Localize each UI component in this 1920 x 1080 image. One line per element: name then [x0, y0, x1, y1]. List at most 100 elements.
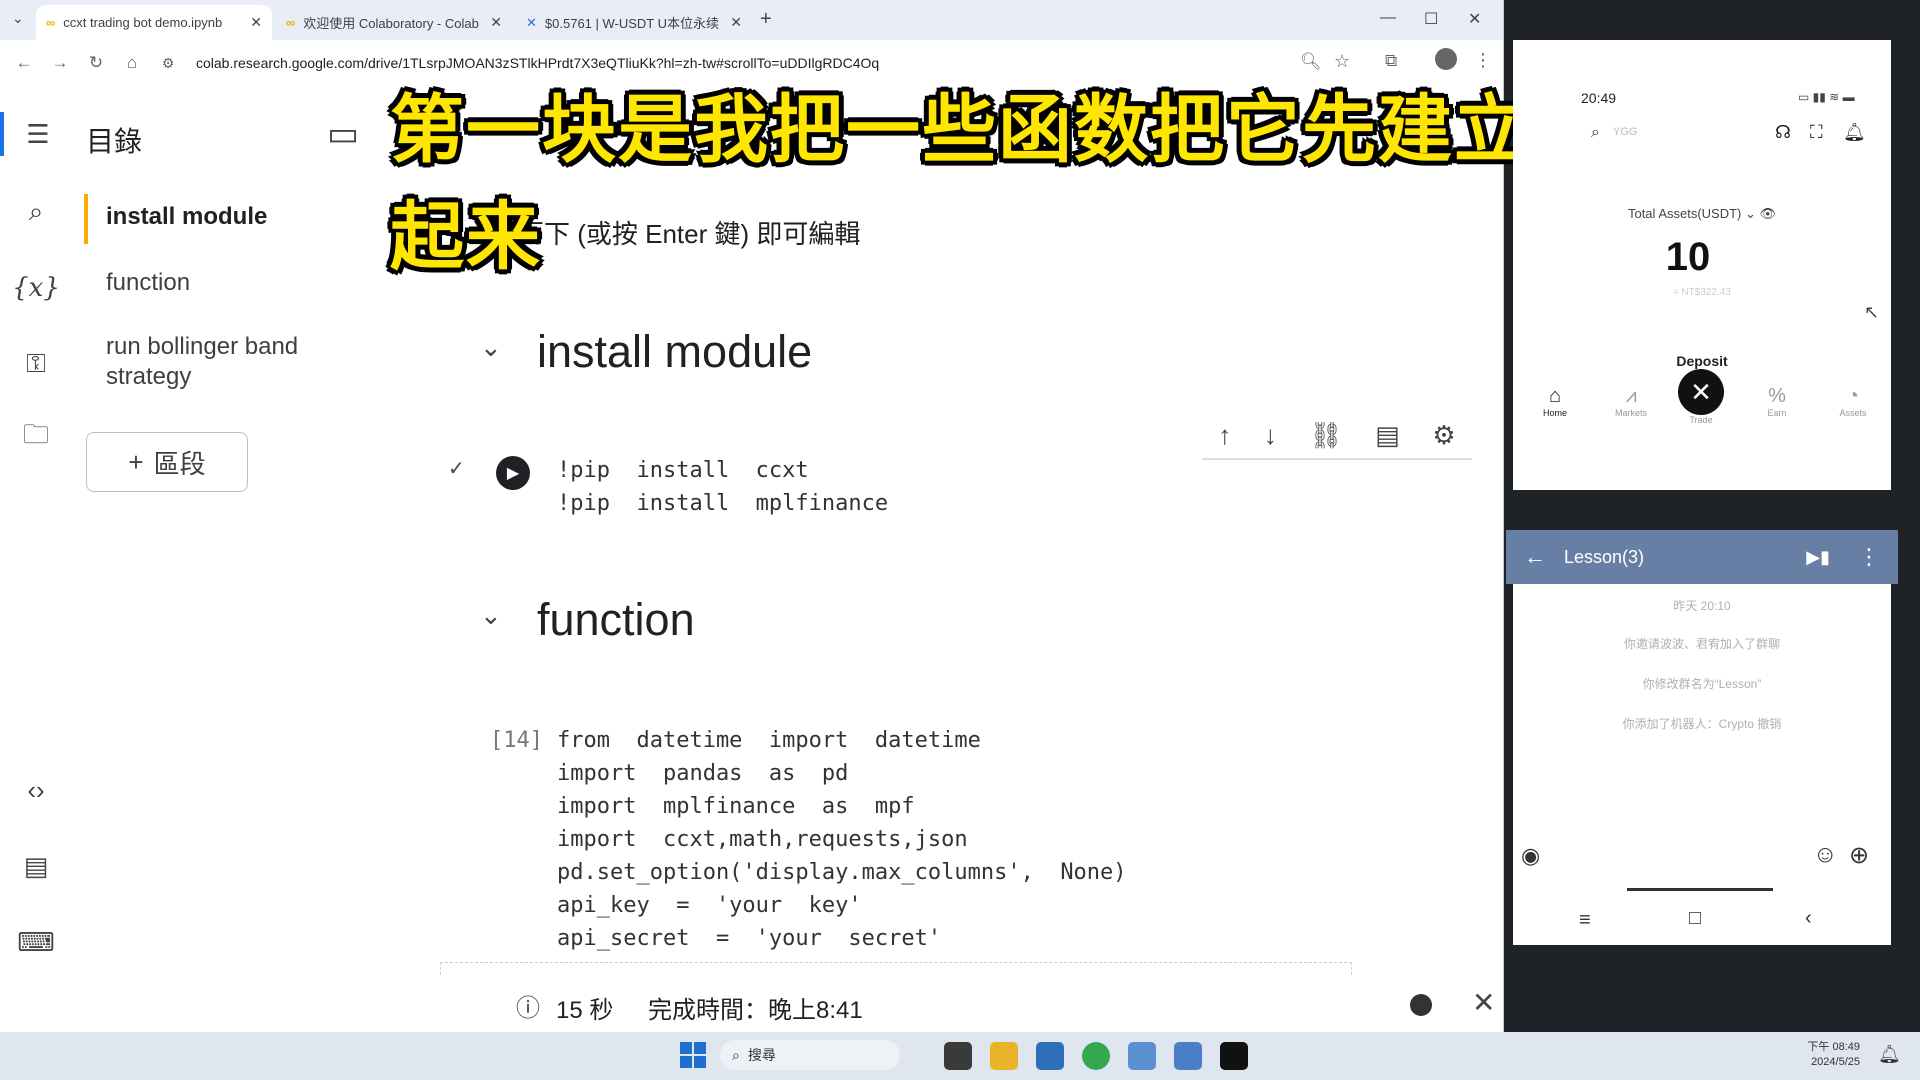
- runtime-status-dot-icon[interactable]: [1410, 994, 1432, 1016]
- chat-system-message: 你邀请波波、君宥加入了群聊: [1623, 637, 1780, 651]
- mail-icon[interactable]: [1036, 1042, 1064, 1070]
- code-snippets-icon[interactable]: ‹›: [14, 768, 58, 812]
- nav-label: Trade: [1689, 415, 1713, 425]
- site-settings-icon[interactable]: ⚙: [150, 55, 186, 72]
- code-line[interactable]: api_secret = 'your secret': [557, 926, 941, 951]
- emoji-icon[interactable]: ☺: [1813, 841, 1838, 869]
- toc-item-install-module[interactable]: install module: [106, 202, 267, 232]
- close-status-icon[interactable]: ✕: [1472, 986, 1495, 1019]
- back-icon[interactable]: ←: [6, 53, 42, 73]
- open-in-tab-icon[interactable]: ▭: [327, 114, 359, 154]
- search-icon[interactable]: ⌕: [1591, 124, 1600, 142]
- new-tab-button[interactable]: +: [760, 8, 772, 31]
- tab-exchange[interactable]: ✕ $0.5761 | W-USDT U本位永续 ✕: [516, 5, 752, 40]
- back-arrow-icon[interactable]: ←: [1524, 544, 1546, 570]
- add-section-label: 區段: [153, 448, 206, 479]
- taskbar-search-box[interactable]: ⌕ 搜尋: [720, 1040, 900, 1070]
- close-tab-icon[interactable]: ✕: [730, 14, 742, 31]
- nav-label: Assets: [1839, 408, 1867, 418]
- home-icon[interactable]: ⌂: [114, 53, 150, 73]
- add-section-button[interactable]: + 區段: [86, 432, 248, 492]
- tab-colab-welcome[interactable]: ∞ 欢迎使用 Colaboratory - Colab ✕: [276, 5, 512, 40]
- trade-x-icon: ✕: [1678, 369, 1724, 415]
- terminal-icon[interactable]: ⌨: [14, 920, 58, 964]
- phone-status-icons: ▭ ▮▮ ≋ ▬: [1798, 90, 1855, 104]
- search-icon[interactable]: ⌕: [14, 190, 58, 234]
- close-tab-icon[interactable]: ✕: [490, 14, 502, 31]
- scan-icon[interactable]: ⛶: [1810, 122, 1823, 143]
- total-assets-value: 10: [1665, 235, 1711, 279]
- deposit-label[interactable]: Deposit: [1513, 353, 1891, 369]
- support-icon[interactable]: ☊: [1775, 122, 1791, 143]
- taskbar-clock[interactable]: 下午 08:49 2024/5/25: [1780, 1040, 1860, 1070]
- start-windows-icon[interactable]: [680, 1042, 706, 1068]
- voice-input-icon[interactable]: ◉: [1521, 843, 1540, 869]
- toc-icon[interactable]: ☰: [0, 112, 72, 156]
- android-menu-icon[interactable]: ≡: [1579, 909, 1591, 932]
- chat-input-underline: [1627, 888, 1773, 891]
- move-cell-up-icon[interactable]: ↑: [1218, 420, 1231, 451]
- settings-gear-icon[interactable]: ⚙: [1432, 420, 1455, 451]
- home-icon: ⌂: [1548, 385, 1562, 407]
- browser-menu-icon[interactable]: ⋮: [1474, 50, 1492, 71]
- code-line[interactable]: from datetime import datetime: [557, 728, 981, 753]
- toc-item-function[interactable]: function: [106, 268, 190, 298]
- nav-earn[interactable]: % Earn: [1747, 385, 1807, 418]
- minimize-window-icon[interactable]: —: [1380, 9, 1396, 27]
- file-explorer-icon[interactable]: [990, 1042, 1018, 1070]
- maximize-window-icon[interactable]: ☐: [1424, 9, 1438, 29]
- colab-left-rail: ☰ ⌕ {x} ⚿ 🗀 ‹› ▤ ⌨: [0, 86, 73, 1032]
- close-tab-icon[interactable]: ✕: [250, 14, 262, 31]
- reload-icon[interactable]: ↻: [78, 53, 114, 73]
- zoom-icon[interactable]: 🔍︎: [1300, 52, 1322, 72]
- close-window-icon[interactable]: ✕: [1468, 9, 1481, 29]
- move-cell-down-icon[interactable]: ↓: [1264, 420, 1277, 451]
- url-field[interactable]: colab.research.google.com/drive/1TLsrpJM…: [196, 55, 879, 71]
- variables-icon[interactable]: {x}: [12, 266, 60, 310]
- folder-icon[interactable]: 🗀: [14, 416, 58, 460]
- collapse-chevron-icon[interactable]: ⌄: [480, 600, 502, 631]
- collapse-chevron-icon[interactable]: ⌄: [480, 332, 502, 363]
- android-back-icon[interactable]: ‹: [1805, 907, 1812, 930]
- nav-trade[interactable]: ✕ Trade: [1671, 369, 1731, 425]
- task-view-icon[interactable]: [944, 1042, 972, 1070]
- code-line[interactable]: import mplfinance as mpf: [557, 794, 915, 819]
- chrome-icon[interactable]: [1082, 1042, 1110, 1070]
- run-cell-button[interactable]: ▶: [496, 456, 530, 490]
- extensions-icon[interactable]: ⧉: [1385, 51, 1397, 71]
- comment-icon[interactable]: ▤: [1375, 420, 1400, 451]
- nav-assets[interactable]: ◔ Assets: [1823, 385, 1883, 418]
- chat-header: ← Lesson(3) ▶▮ ⋮: [1506, 530, 1898, 584]
- screen-recorder-icon[interactable]: [1220, 1042, 1248, 1070]
- code-line[interactable]: import pandas as pd: [557, 761, 848, 786]
- link-icon[interactable]: ⛓: [1310, 420, 1343, 451]
- code-line[interactable]: !pip install mplfinance: [557, 491, 888, 516]
- android-home-icon[interactable]: □: [1689, 907, 1701, 930]
- notification-bell-icon[interactable]: 🔔︎: [1843, 122, 1866, 143]
- tab-search-chevron-icon[interactable]: ⌄: [12, 10, 24, 27]
- profile-avatar[interactable]: [1435, 48, 1457, 70]
- taskbar-search-label: 搜尋: [747, 1047, 776, 1063]
- nav-home[interactable]: ⌂ Home: [1525, 385, 1585, 418]
- code-line[interactable]: api_key = 'your key': [557, 893, 862, 918]
- tab-colab-notebook[interactable]: ∞ ccxt trading bot demo.ipynb ✕: [36, 5, 272, 40]
- bookmark-star-icon[interactable]: ☆: [1334, 51, 1350, 72]
- add-attachment-icon[interactable]: ⊕: [1849, 841, 1869, 870]
- search-input[interactable]: YGG: [1613, 126, 1637, 138]
- executed-check-icon: ✓: [448, 458, 465, 480]
- video-subtitle: 第一块是我把一些函数把它先建立起来: [390, 87, 1530, 280]
- nav-markets[interactable]: ⩘ Markets: [1601, 385, 1661, 418]
- notification-icon[interactable]: 🔔︎: [1878, 1044, 1901, 1065]
- phone-link-icon[interactable]: [1174, 1042, 1202, 1070]
- code-line[interactable]: pd.set_option('display.max_columns', Non…: [557, 860, 1127, 885]
- app-icon[interactable]: [1128, 1042, 1156, 1070]
- code-line[interactable]: import ccxt,math,requests,json: [557, 827, 968, 852]
- code-line[interactable]: !pip install ccxt: [557, 458, 809, 483]
- toc-item-run-bollinger[interactable]: run bollinger band strategy: [106, 332, 326, 392]
- total-assets-label[interactable]: Total Assets(USDT) ⌄ 👁︎: [1513, 206, 1891, 222]
- chat-menu-icon[interactable]: ⋮: [1858, 544, 1880, 570]
- forward-icon[interactable]: →: [42, 53, 78, 73]
- key-icon[interactable]: ⚿: [14, 342, 58, 386]
- command-palette-icon[interactable]: ▤: [14, 844, 58, 888]
- video-call-icon[interactable]: ▶▮: [1806, 547, 1830, 568]
